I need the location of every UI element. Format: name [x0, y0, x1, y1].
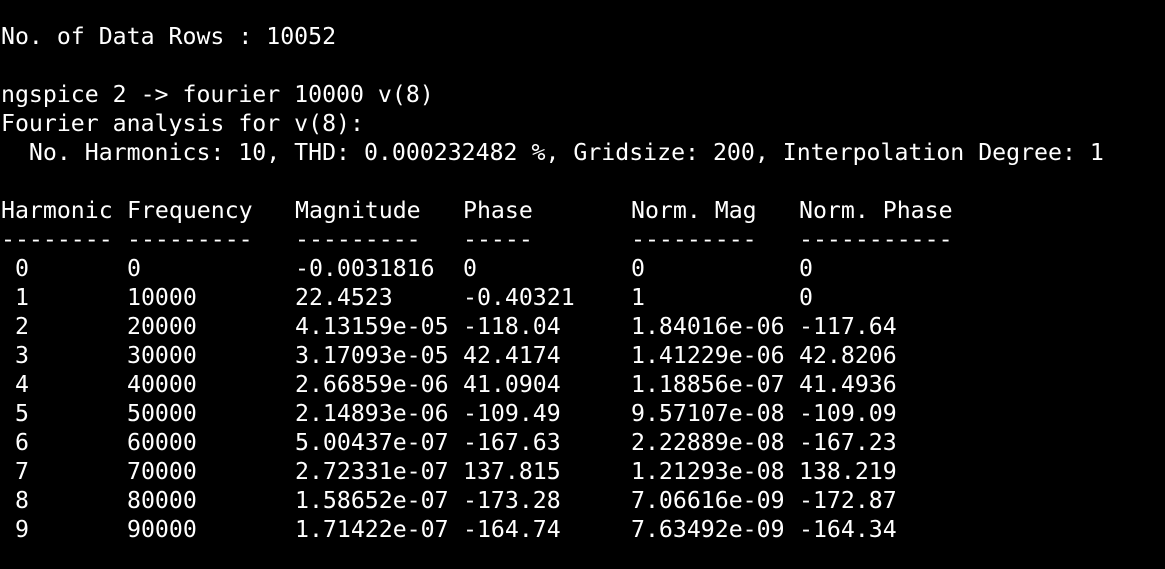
- cell-norm-mag: 1: [631, 284, 645, 311]
- table-separator-row: -------- --------- --------- ----- -----…: [1, 225, 1165, 254]
- header-frequency: Frequency: [127, 197, 253, 224]
- cell-magnitude: 1.71422e-07: [295, 516, 449, 543]
- cell-norm-phase: 42.8206: [799, 342, 897, 369]
- cell-norm-phase: 0: [799, 255, 813, 282]
- cell-magnitude: 22.4523: [295, 284, 393, 311]
- table-row: 7 70000 2.72331e-07 137.815 1.21293e-08 138.2…: [1, 457, 1165, 486]
- cell-phase: 0: [463, 255, 477, 282]
- cell-frequency: 60000: [127, 429, 197, 456]
- header-norm-mag: Norm. Mag: [631, 197, 757, 224]
- cell-norm-mag: 1.84016e-06: [631, 313, 785, 340]
- cell-frequency: 30000: [127, 342, 197, 369]
- cell-magnitude: 2.14893e-06: [295, 400, 449, 427]
- cell-harmonic: 5: [1, 400, 29, 427]
- separator: -----: [463, 226, 533, 253]
- cell-magnitude: 2.66859e-06: [295, 371, 449, 398]
- cell-magnitude: 2.72331e-07: [295, 458, 449, 485]
- terminal-window[interactable]: No. of Data Rows : 10052 ngspice 2 -> fo…: [0, 0, 1165, 569]
- cell-frequency: 90000: [127, 516, 197, 543]
- separator: ---------: [295, 226, 421, 253]
- cell-harmonic: 0: [1, 255, 29, 282]
- cell-norm-mag: 7.63492e-09: [631, 516, 785, 543]
- cell-frequency: 10000: [127, 284, 197, 311]
- fourier-table: Harmonic Frequency Magnitude Phase Norm.…: [1, 196, 1165, 544]
- cell-norm-phase: -109.09: [799, 400, 897, 427]
- cell-phase: 41.0904: [463, 371, 561, 398]
- separator: ---------: [631, 226, 757, 253]
- cell-harmonic: 4: [1, 371, 29, 398]
- analysis-params: No. Harmonics: 10, THD: 0.000232482 %, G…: [1, 139, 1104, 166]
- header-magnitude: Magnitude: [295, 197, 421, 224]
- cell-phase: 137.815: [463, 458, 561, 485]
- cell-norm-phase: 0: [799, 284, 813, 311]
- cell-magnitude: 1.58652e-07: [295, 487, 449, 514]
- cell-frequency: 80000: [127, 487, 197, 514]
- table-row: 0 0 -0.0031816 0 0 0: [1, 254, 1165, 283]
- header-harmonic: Harmonic: [1, 197, 113, 224]
- command-prompt-line: ngspice 2 -> fourier 10000 v(8): [1, 81, 434, 108]
- cell-norm-mag: 1.18856e-07: [631, 371, 785, 398]
- cell-frequency: 50000: [127, 400, 197, 427]
- cell-norm-mag: 1.21293e-08: [631, 458, 785, 485]
- cell-phase: -173.28: [463, 487, 561, 514]
- table-row: 2 20000 4.13159e-05 -118.04 1.84016e-06 -117.…: [1, 312, 1165, 341]
- cell-harmonic: 1: [1, 284, 29, 311]
- cell-magnitude: -0.0031816: [295, 255, 435, 282]
- table-row: 3 30000 3.17093e-05 42.4174 1.41229e-06 42.82…: [1, 341, 1165, 370]
- cell-norm-phase: -117.64: [799, 313, 897, 340]
- table-body: 0 0 -0.0031816 0 0 0 1 10000 22.4523 -0.40321 1 0 …: [1, 254, 1165, 544]
- cell-harmonic: 6: [1, 429, 29, 456]
- cell-frequency: 70000: [127, 458, 197, 485]
- header-phase: Phase: [463, 197, 533, 224]
- cell-phase: -164.74: [463, 516, 561, 543]
- analysis-title: Fourier analysis for v(8):: [1, 110, 364, 137]
- table-row: 1 10000 22.4523 -0.40321 1 0: [1, 283, 1165, 312]
- cell-norm-phase: -164.34: [799, 516, 897, 543]
- cell-harmonic: 7: [1, 458, 29, 485]
- cell-harmonic: 3: [1, 342, 29, 369]
- table-row: 9 90000 1.71422e-07 -164.74 7.63492e-09 -164.…: [1, 515, 1165, 544]
- cell-phase: 42.4174: [463, 342, 561, 369]
- cell-norm-mag: 1.41229e-06: [631, 342, 785, 369]
- cell-phase: -0.40321: [463, 284, 575, 311]
- cell-norm-phase: -167.23: [799, 429, 897, 456]
- cell-phase: -109.49: [463, 400, 561, 427]
- table-row: 5 50000 2.14893e-06 -109.49 9.57107e-08 -109.…: [1, 399, 1165, 428]
- cell-norm-phase: 138.219: [799, 458, 897, 485]
- cell-norm-phase: 41.4936: [799, 371, 897, 398]
- cell-phase: -118.04: [463, 313, 561, 340]
- cell-magnitude: 3.17093e-05: [295, 342, 449, 369]
- separator: -----------: [799, 226, 953, 253]
- cell-norm-mag: 9.57107e-08: [631, 400, 785, 427]
- separator: ---------: [127, 226, 253, 253]
- cell-norm-mag: 7.06616e-09: [631, 487, 785, 514]
- cell-harmonic: 9: [1, 516, 29, 543]
- table-row: 6 60000 5.00437e-07 -167.63 2.22889e-08 -167.…: [1, 428, 1165, 457]
- cell-norm-mag: 0: [631, 255, 645, 282]
- cell-frequency: 40000: [127, 371, 197, 398]
- cell-frequency: 0: [127, 255, 141, 282]
- cell-harmonic: 8: [1, 487, 29, 514]
- header-norm-phase: Norm. Phase: [799, 197, 953, 224]
- cell-norm-phase: -172.87: [799, 487, 897, 514]
- cell-harmonic: 2: [1, 313, 29, 340]
- table-header-row: Harmonic Frequency Magnitude Phase Norm.…: [1, 196, 1165, 225]
- table-row: 8 80000 1.58652e-07 -173.28 7.06616e-09 -172.…: [1, 486, 1165, 515]
- cell-frequency: 20000: [127, 313, 197, 340]
- cell-magnitude: 4.13159e-05: [295, 313, 449, 340]
- cell-norm-mag: 2.22889e-08: [631, 429, 785, 456]
- separator: --------: [1, 226, 113, 253]
- cell-magnitude: 5.00437e-07: [295, 429, 449, 456]
- cell-phase: -167.63: [463, 429, 561, 456]
- data-rows-line: No. of Data Rows : 10052: [1, 23, 337, 50]
- table-row: 4 40000 2.66859e-06 41.0904 1.18856e-07 41.49…: [1, 370, 1165, 399]
